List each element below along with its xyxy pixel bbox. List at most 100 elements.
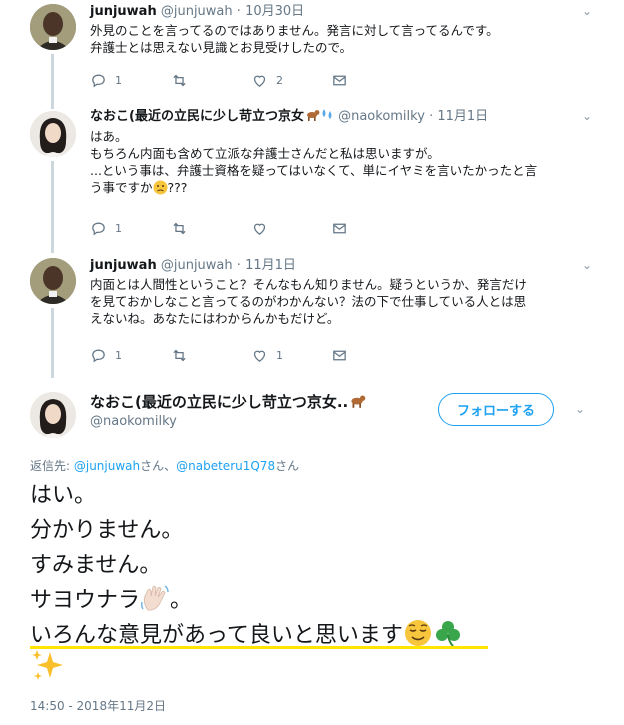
main-tweet-text: はい。 分かりません。 すみません。 サヨウナラ 。 いろんな意見があって良いと思…	[30, 478, 610, 653]
caret-down-icon[interactable]: ⌄	[582, 4, 592, 18]
tweet-text-line: 内面とは人間性ということ？そんなもん知りません。疑うというか、発言だけ	[90, 277, 527, 292]
tweet-date[interactable]: 11月1日	[437, 109, 488, 124]
main-user-handle[interactable]: @naokomilky	[90, 414, 177, 429]
retweet-icon	[173, 349, 186, 361]
reply-user-link[interactable]: @junjuwah	[74, 459, 140, 473]
avatar-junjuwah[interactable]	[30, 258, 76, 304]
like-icon	[253, 223, 266, 235]
main-text-line: はい。	[30, 483, 97, 508]
main-text-line: いろんな意見があって良いと思います	[30, 623, 403, 648]
dog-emoji	[304, 108, 320, 121]
tweet-text-line: を見ておかしなこと言ってるのがわかんない？法の下で仕事している人とは思	[90, 294, 527, 309]
tweet-date[interactable]: 10月30日	[245, 4, 304, 19]
user-handle[interactable]: @junjuwah	[161, 258, 233, 273]
confused-face-emoji	[153, 180, 168, 195]
user-handle[interactable]: @junjuwah	[161, 4, 233, 19]
dog-emoji	[348, 393, 366, 408]
display-name[interactable]: なおこ(最近の立民に少し苛立つ京女	[90, 109, 304, 124]
reply-button[interactable]: 1	[90, 72, 171, 89]
like-count: 1	[276, 348, 283, 362]
reply-user-link[interactable]: @nabeteru1Q78	[176, 459, 275, 473]
caret-down-icon[interactable]: ⌄	[575, 402, 585, 416]
dm-button[interactable]	[331, 347, 411, 364]
main-text-suffix: 。	[170, 588, 193, 613]
sparkles-emoji	[30, 648, 64, 682]
reply-icon	[92, 349, 105, 362]
thread-line	[51, 54, 54, 109]
like-icon	[253, 75, 266, 87]
reply-button[interactable]: 1	[90, 347, 171, 364]
reply-icon	[92, 222, 105, 235]
reply-suffix: さん	[275, 459, 300, 473]
tweet-text-line-wrapper: う事ですか???	[90, 179, 590, 196]
thread-line	[51, 308, 54, 378]
reply-prefix: 返信先:	[30, 459, 74, 473]
separator: ·	[429, 109, 434, 124]
highlight-underline	[30, 646, 488, 649]
retweet-icon	[173, 74, 186, 86]
separator: ·	[236, 258, 241, 273]
tweet-text-line: 弁護士とは思えない見識とお見受けしたので。	[90, 40, 353, 55]
reply-mid: さん、	[140, 459, 177, 473]
dm-button[interactable]	[331, 72, 411, 89]
like-icon	[253, 350, 266, 362]
main-text-line: サヨウナラ	[30, 588, 141, 613]
retweet-button[interactable]	[171, 347, 251, 364]
avatar-naokomilky[interactable]	[30, 392, 76, 438]
dm-button[interactable]	[331, 220, 411, 237]
main-text-line-wrapper: サヨウナラ 。	[30, 583, 610, 618]
dm-icon	[333, 223, 346, 233]
tweet-header: junjuwah @junjuwah · 11月1日	[90, 257, 296, 275]
tweet-text-line: えないね。あなたにはわからんかもだけど。	[90, 311, 340, 326]
like-button[interactable]: 1	[251, 347, 331, 364]
relieved-face-emoji	[403, 618, 433, 648]
reply-count: 1	[115, 348, 122, 362]
separator: ·	[236, 4, 241, 19]
shamrock-emoji	[433, 618, 463, 648]
tweet-text: はあ。 もちろん内面も含めて立派な弁護士さんだと私は思いますが。 ...という事…	[90, 128, 590, 196]
user-handle[interactable]: @naokomilky	[338, 109, 425, 124]
dm-icon	[333, 350, 346, 360]
like-count: 2	[276, 73, 283, 87]
tweet-text-line: 外見のことを言ってるのではありません。発言に対して言ってるんです。	[90, 23, 499, 38]
tweet-header: なおこ(最近の立民に少し苛立つ京女 @naokomilky · 11月1日	[90, 108, 488, 126]
display-name[interactable]: junjuwah	[90, 258, 157, 273]
main-text-line: すみません。	[30, 553, 162, 578]
avatar-naokomilky[interactable]	[30, 111, 76, 157]
main-display-name[interactable]: なおこ(最近の立民に少し苛立つ京女..	[90, 391, 366, 412]
retweet-icon	[173, 222, 186, 234]
tweet-text: 外見のことを言ってるのではありません。発言に対して言ってるんです。 弁護士とは思…	[90, 22, 590, 56]
tweet-timestamp[interactable]: 14:50 - 2018年11月2日	[30, 697, 166, 714]
display-name[interactable]: junjuwah	[90, 4, 157, 19]
caret-down-icon[interactable]: ⌄	[582, 109, 592, 123]
reply-button[interactable]: 1	[90, 220, 171, 237]
tweet-actions: 1 2	[90, 71, 411, 89]
tweet-date[interactable]: 11月1日	[245, 258, 296, 273]
reply-count: 1	[115, 221, 122, 235]
tweet-text-line: う事ですか	[90, 180, 153, 195]
tweet-text-line: ...という事は、弁護士資格を疑ってはいなくて、単にイヤミを言いたかったと言	[90, 163, 538, 178]
main-text-line: 分かりません。	[30, 518, 184, 543]
retweet-button[interactable]	[171, 220, 251, 237]
dm-icon	[333, 75, 346, 85]
retweet-button[interactable]	[171, 72, 251, 89]
tweet-header: junjuwah @junjuwah · 10月30日	[90, 3, 304, 21]
like-button[interactable]	[251, 220, 331, 237]
tweet-text: 内面とは人間性ということ？そんなもん知りません。疑うというか、発言だけ を見てお…	[90, 276, 590, 327]
tweet-actions: 1	[90, 219, 411, 237]
waving-hand-emoji	[140, 584, 170, 612]
sweat-emoji	[320, 108, 334, 121]
tweet-text-suffix: ???	[167, 180, 188, 195]
like-button[interactable]: 2	[251, 72, 331, 89]
reply-icon	[92, 74, 105, 87]
avatar-junjuwah[interactable]	[30, 4, 76, 50]
tweet-text-line: もちろん内面も含めて立派な弁護士さんだと私は思いますが。	[90, 146, 440, 161]
reply-count: 1	[115, 73, 122, 87]
thread-line	[51, 161, 54, 253]
tweet-text-line: はあ。	[90, 129, 128, 144]
caret-down-icon[interactable]: ⌄	[582, 258, 592, 272]
reply-to: 返信先: @junjuwahさん、@nabeteru1Q78さん	[30, 457, 299, 474]
tweet-actions: 1 1	[90, 346, 411, 364]
display-name: なおこ(最近の立民に少し苛立つ京女..	[90, 393, 349, 411]
follow-button[interactable]: フォローする	[438, 393, 554, 426]
